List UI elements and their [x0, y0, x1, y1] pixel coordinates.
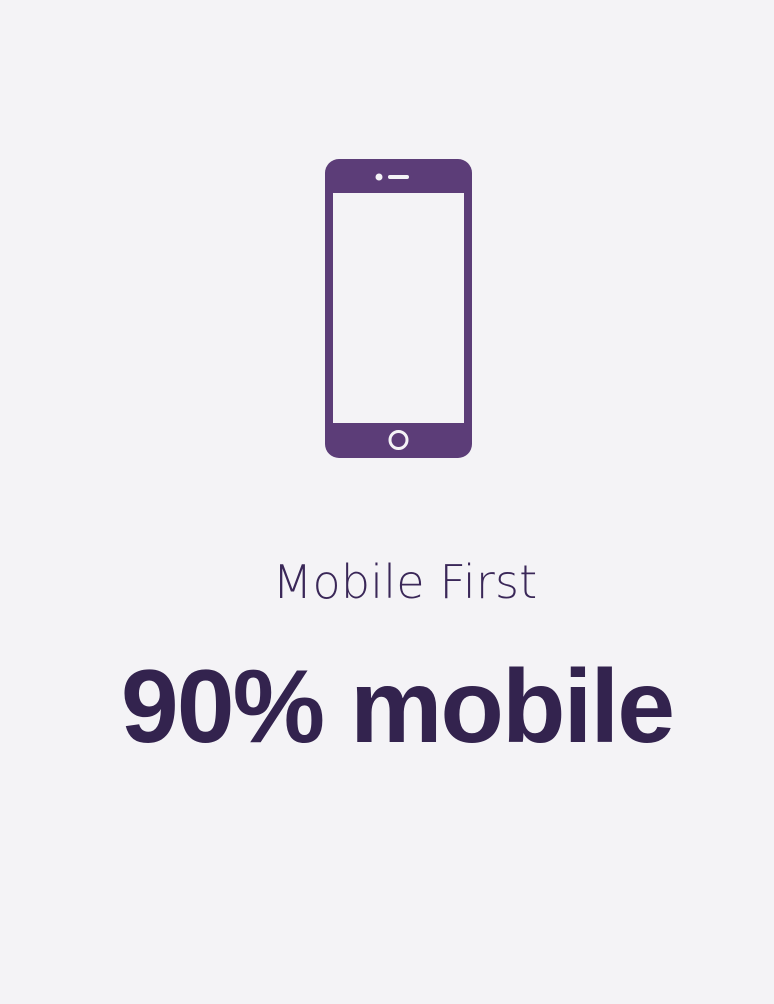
subtitle: Mobile First: [272, 555, 538, 609]
headline-stat: 90% mobile: [120, 649, 675, 765]
smartphone-icon: [325, 159, 472, 458]
